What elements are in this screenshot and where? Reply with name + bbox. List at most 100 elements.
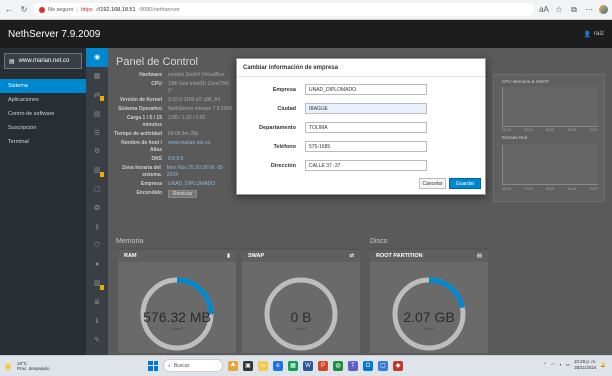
favorite-star-icon[interactable]: ☆ — [554, 5, 564, 15]
timezone-link[interactable]: Mon Nov 25 20:28:06 -05 2024 — [167, 165, 234, 179]
ram-card: RAM ▮ 576.32 MB Used — [118, 248, 236, 353]
key-icon[interactable]: ⚷ — [86, 217, 108, 236]
read-aloud-icon[interactable]: aA — [539, 5, 549, 15]
field-label: Empresa — [272, 86, 296, 93]
form-row-ciudad: Ciudad — [237, 103, 427, 114]
company-info-modal: Cambiar información de empresa Empresa C… — [236, 58, 486, 195]
info-label: Nombre de host / Alias — [121, 140, 162, 153]
app-icon[interactable]: ◆ — [393, 360, 403, 371]
word-icon[interactable]: W — [303, 360, 313, 371]
task-view-icon[interactable]: ▣ — [243, 360, 253, 371]
file-explorer-icon[interactable]: ▭ — [258, 360, 268, 371]
more-menu-icon[interactable]: ⋯ — [584, 5, 594, 15]
field-label: Ciudad — [277, 105, 296, 112]
info-row: Encendido Reiniciar — [114, 190, 234, 198]
host-selector[interactable]: ▤ www.marian.net.co — [4, 53, 82, 69]
form-row-direccion: Dirección — [237, 160, 427, 171]
host-name: www.marian.net.co — [18, 58, 70, 64]
info-value: innotek GmbH VirtualBox — [168, 72, 225, 78]
sidebar-item-label: Suscripción — [8, 125, 37, 131]
swap-icon: ⇄ — [349, 253, 354, 259]
virtualbox-icon[interactable]: ▢ — [378, 360, 388, 371]
profile-avatar[interactable] — [599, 5, 608, 14]
restart-button[interactable]: Reiniciar — [168, 190, 198, 198]
info-row: CPU 13th Gen Intel(R) Core(TM) i7 — [114, 81, 234, 95]
network-chart — [502, 145, 598, 185]
backup-icon[interactable]: ▧ — [86, 274, 108, 293]
warning-badge — [100, 284, 104, 290]
info-icon[interactable]: ℹ — [86, 311, 108, 330]
tick-label: 20:24 — [523, 128, 533, 132]
notification-bell-icon[interactable]: 🔔 — [600, 362, 606, 368]
sidebar-item-aplicaciones[interactable]: Aplicaciones — [0, 93, 86, 107]
network-icon[interactable]: ⇄ — [86, 86, 108, 105]
hostname-link[interactable]: www.marian.net.co — [168, 140, 210, 154]
user-menu[interactable]: 👤 raíz — [584, 31, 605, 38]
outlook-icon[interactable]: O — [363, 360, 373, 371]
cancel-button[interactable]: Cancelar — [419, 178, 446, 189]
empresa-input[interactable] — [305, 84, 427, 95]
taskbar-search[interactable]: ⌕ Buscar — [163, 359, 223, 372]
disk-icon: ▤ — [476, 253, 482, 259]
settings-icon[interactable]: ⚙ — [86, 142, 108, 161]
browser-toolbar: ← ↻ No seguro | https://192.168.18.51:90… — [0, 0, 612, 20]
address-bar[interactable]: No seguro | https://192.168.18.51:9090/n… — [34, 3, 534, 16]
tick-label: 20:27 — [589, 187, 598, 191]
dns-link[interactable]: 8.8.8.8 — [168, 156, 183, 163]
app-header: NethServer 7.9.2009 👤 raíz — [0, 20, 612, 48]
sidebar-item-terminal[interactable]: Terminal — [0, 135, 86, 149]
company-link[interactable]: UNAD_DIPLOMADO — [168, 181, 215, 188]
store-icon[interactable]: ▦ — [288, 360, 298, 371]
security-icon[interactable]: ❂ — [86, 199, 108, 218]
battery-icon[interactable]: ▭ — [566, 362, 570, 368]
windows-start-icon[interactable] — [148, 360, 158, 371]
sidebar-item-sistema[interactable]: Sistema — [0, 79, 86, 93]
telefono-input[interactable] — [305, 141, 427, 152]
chevron-up-icon[interactable]: ⌃ — [543, 362, 547, 368]
ciudad-input[interactable] — [305, 103, 427, 114]
field-label: Teléfono — [273, 143, 296, 150]
memory-icon: ▮ — [226, 253, 230, 259]
powerpoint-icon[interactable]: P — [318, 360, 328, 371]
widgets-icon[interactable]: ⛰ — [228, 360, 238, 371]
pencil-icon[interactable]: ✎ — [86, 330, 108, 349]
tick-label: 20:27 — [589, 128, 598, 132]
volume-icon[interactable]: ◖ — [559, 362, 562, 367]
weather-widget[interactable]: 19°C Prac. despejado — [4, 361, 50, 371]
info-label: Hardware — [139, 72, 162, 78]
info-value: 2.80 / 1.62 / 0.82 — [168, 115, 206, 121]
tick-label: 20:23 — [502, 187, 511, 191]
disk-icon[interactable]: ● — [86, 255, 108, 274]
network-chart-ticks: 20:23 20:24 20:25 20:26 20:27 — [502, 187, 598, 191]
search-placeholder: Buscar — [173, 362, 190, 369]
wifi-icon[interactable]: ◠ — [551, 362, 555, 368]
reload-icon[interactable]: ↻ — [19, 5, 29, 15]
collections-icon[interactable]: ⧉ — [569, 5, 579, 15]
card-header: SWAP ⇄ — [242, 250, 360, 262]
edge-browser-icon[interactable]: e — [273, 360, 283, 371]
dashboard-icon[interactable]: ◉ — [86, 48, 108, 67]
storage-icon[interactable]: ▤ — [86, 104, 108, 123]
logs-icon[interactable]: ▥ — [86, 161, 108, 180]
teams-icon[interactable]: T — [348, 360, 358, 371]
list-icon[interactable]: ≣ — [86, 293, 108, 312]
users-icon[interactable]: ☰ — [86, 123, 108, 142]
chrome-icon[interactable]: ◍ — [333, 360, 343, 371]
info-label: DNS — [151, 156, 162, 162]
sidebar-item-label: Sistema — [8, 83, 28, 89]
usage-charts: CPU Memoria & SWAP 20:23 20:24 20:25 20:… — [493, 74, 605, 202]
services-icon[interactable]: ▢ — [86, 180, 108, 199]
icon-rail: ◉ ▦ ⇄ ▤ ☰ ⚙ ▥ ▢ ❂ ⚷ ⛉ ● ▧ ≣ ℹ ✎ — [86, 48, 108, 355]
departamento-input[interactable] — [305, 122, 427, 133]
back-arrow-icon[interactable]: ← — [4, 5, 14, 15]
sidebar-item-suscripcion[interactable]: Suscripción — [0, 121, 86, 135]
clock[interactable]: 10:28 p. m. 25/11/2024 — [574, 359, 597, 370]
server-icon[interactable]: ▦ — [86, 67, 108, 86]
shield-icon[interactable]: ⛉ — [86, 236, 108, 255]
direccion-input[interactable] — [305, 160, 427, 171]
save-button[interactable]: Guardar — [449, 178, 481, 189]
sidebar-item-centro-software[interactable]: Centro de software — [0, 107, 86, 121]
root-partition-card: ROOT PARTITION ▤ 2.07 GB Used — [370, 248, 488, 353]
windows-taskbar: 19°C Prac. despejado ⌕ Buscar ⛰ ▣ ▭ e ▦ … — [0, 355, 612, 376]
info-value: NethServer release 7.9.2009 — [168, 106, 232, 112]
